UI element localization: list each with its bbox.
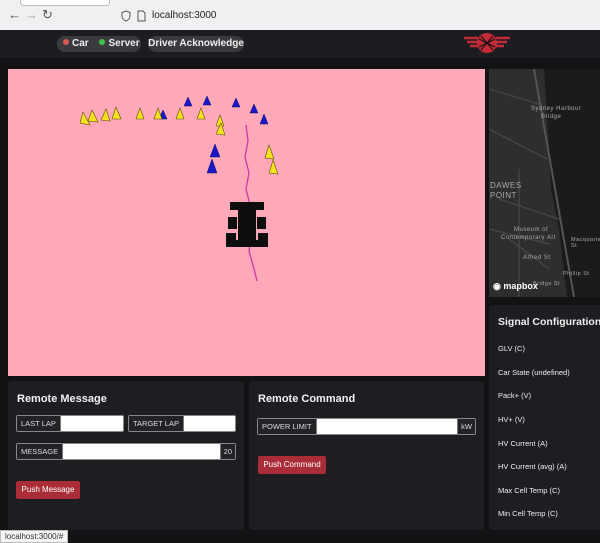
shield-icon xyxy=(121,10,131,22)
yellow-cone xyxy=(175,107,185,120)
car-status-label: Car xyxy=(72,38,89,49)
address-bar[interactable]: localhost:3000 xyxy=(118,7,600,25)
message-label: MESSAGE xyxy=(17,444,64,459)
signal-item[interactable]: GLV (C) xyxy=(498,344,525,353)
push-message-button[interactable]: Push Message xyxy=(16,481,80,499)
signal-item[interactable]: HV Current (avg) (A) xyxy=(498,462,567,471)
power-limit-label: POWER LIMIT xyxy=(258,419,317,434)
map-label: Museum of xyxy=(514,227,549,233)
map-label: Phillip St xyxy=(563,271,590,277)
blue-cone xyxy=(209,143,221,158)
yellow-cone xyxy=(153,107,163,120)
remote-command-panel: Remote Command POWER LIMIT kW Push Comma… xyxy=(249,381,484,530)
signal-item[interactable]: Car State (undefined) xyxy=(498,368,570,377)
map-label: DAWES xyxy=(490,181,522,190)
map-label: Sydney Harbour xyxy=(531,106,582,112)
push-command-button[interactable]: Push Command xyxy=(258,456,326,474)
blue-cone xyxy=(206,158,218,174)
page-icon xyxy=(137,10,146,22)
connection-status-pill: Car Server xyxy=(57,36,141,52)
track-view[interactable] xyxy=(8,69,485,376)
power-limit-unit: kW xyxy=(457,419,475,434)
target-lap-label: TARGET LAP xyxy=(129,416,184,431)
signal-item[interactable]: Pack+ (V) xyxy=(498,391,531,400)
last-lap-label: LAST LAP xyxy=(17,416,61,431)
yellow-cone xyxy=(135,107,145,120)
team-logo xyxy=(464,33,510,53)
blue-cone xyxy=(202,95,212,106)
signal-item[interactable]: HV+ (V) xyxy=(498,415,525,424)
remote-message-title: Remote Message xyxy=(17,393,107,405)
map-label: Alfred St xyxy=(523,255,551,261)
map-label: Bridge xyxy=(541,114,562,120)
remote-message-panel: Remote Message LAST LAP TARGET LAP MESSA… xyxy=(8,381,244,530)
browser-tab[interactable] xyxy=(20,0,110,6)
signal-item[interactable]: Min Cell Temp (C) xyxy=(498,509,558,518)
map-label: Contemporary Art xyxy=(501,235,557,241)
server-status-label: Server xyxy=(108,38,140,49)
signal-configuration-title: Signal Configuration (C xyxy=(498,316,600,328)
url-text: localhost:3000 xyxy=(152,10,217,21)
mapbox-attribution[interactable]: ◉ mapbox xyxy=(493,281,538,292)
forward-icon[interactable]: → xyxy=(25,8,38,22)
yellow-cone xyxy=(111,106,122,120)
server-status-dot xyxy=(99,39,106,46)
yellow-cone xyxy=(215,114,225,127)
yellow-cone xyxy=(100,108,111,122)
message-field[interactable]: MESSAGE 20 xyxy=(16,443,236,460)
blue-cone xyxy=(259,113,269,125)
race-car xyxy=(226,202,268,247)
signal-item[interactable]: HV Current (A) xyxy=(498,439,548,448)
browser-toolbar: ← → ↻ localhost:3000 xyxy=(0,0,600,31)
blue-cone xyxy=(231,97,241,108)
blue-cone xyxy=(183,96,193,107)
signal-configuration-panel: Signal Configuration (C GLV (C) Car Stat… xyxy=(489,305,600,530)
car-status-dot xyxy=(63,39,69,46)
reload-icon[interactable]: ↻ xyxy=(42,8,53,22)
mapbox-icon: ◉ xyxy=(493,281,501,291)
signal-item[interactable]: Max Cell Temp (C) xyxy=(498,486,560,495)
power-limit-field[interactable]: POWER LIMIT kW xyxy=(257,418,476,435)
blue-cone xyxy=(249,103,259,114)
yellow-cone xyxy=(196,107,206,120)
yellow-cone xyxy=(268,159,279,175)
yellow-cone xyxy=(87,109,99,123)
map-label: POINT xyxy=(490,191,517,200)
mapbox-text: mapbox xyxy=(503,281,538,291)
link-status-bar: localhost:3000/# xyxy=(0,530,69,543)
yellow-cone xyxy=(79,111,91,126)
message-count: 20 xyxy=(219,444,235,459)
track-canvas xyxy=(79,95,279,282)
driver-acknowledge-button[interactable]: Driver Acknowledge xyxy=(148,36,244,52)
yellow-cone xyxy=(264,144,275,160)
remote-command-title: Remote Command xyxy=(258,393,356,405)
back-icon[interactable]: ← xyxy=(8,8,21,22)
last-lap-field[interactable]: LAST LAP xyxy=(16,415,124,432)
target-lap-field[interactable]: TARGET LAP xyxy=(128,415,236,432)
map-label: Macquarie St xyxy=(571,237,600,249)
map-view[interactable]: Sydney Harbour Bridge DAWES POINT Museum… xyxy=(489,69,600,297)
